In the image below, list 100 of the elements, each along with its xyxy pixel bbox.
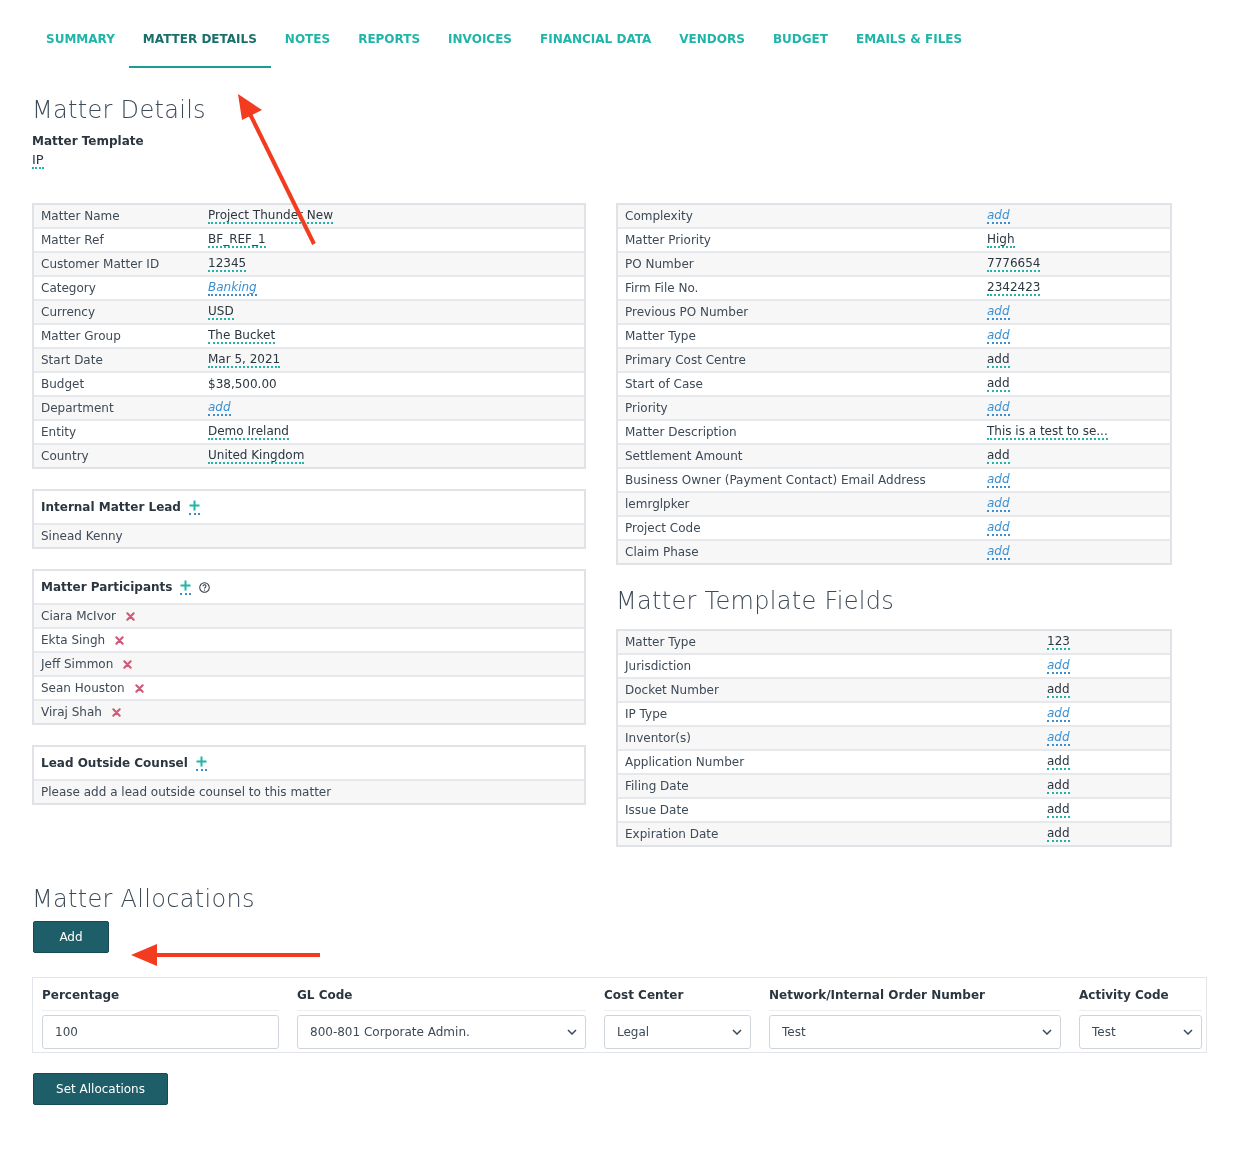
column-header: Cost Center [604,978,751,1011]
field-label: Matter Priority [625,233,712,247]
field-label: Claim Phase [625,545,700,559]
editable-value[interactable]: BF_REF_1 [208,232,266,248]
field-label: Issue Date [625,803,690,817]
remove-icon[interactable] [123,659,133,669]
remove-icon[interactable] [126,611,136,621]
set-allocations-button[interactable]: Set Allocations [33,1073,168,1105]
add-link[interactable]: add [1047,706,1070,722]
editable-value[interactable]: add [1047,802,1070,818]
editable-value[interactable]: High [987,232,1015,248]
editable-value[interactable]: USD [208,304,234,320]
add-link[interactable]: add [1047,658,1070,674]
field-label: Previous PO Number [625,305,750,319]
field-label: PO Number [625,257,695,271]
section-title: Matter Allocations [32,885,256,913]
remove-icon[interactable] [134,683,144,693]
add-link[interactable]: add [987,328,1010,344]
field-label: Start Date [41,353,104,367]
percentage-input[interactable]: 100 [42,1015,279,1049]
column-header: GL Code [297,978,586,1011]
help-icon[interactable] [199,581,211,593]
field-label: Project Code [625,521,702,535]
panel-title: Matter Participants [41,580,173,594]
chevron-icon [1042,1029,1052,1035]
person-name: Jeff Simmon [41,657,114,671]
editable-value[interactable]: add [1047,778,1070,794]
field-label: Firm File No. [625,281,700,295]
column-header: Network/Internal Order Number [769,978,1061,1011]
field-label: Customer Matter ID [41,257,161,271]
field-label: Expiration Date [625,827,720,841]
field-label: Currency [41,305,97,319]
chevron-icon [1183,1029,1193,1035]
field-label: IP Type [625,707,669,721]
add-icon[interactable] [180,579,192,595]
editable-value[interactable]: The Bucket [208,328,276,344]
editable-value[interactable]: add [987,448,1010,464]
dropdown-select[interactable]: Test [769,1015,1061,1049]
section-title: Matter Template Fields [616,587,896,615]
editable-value[interactable]: Demo Ireland [208,424,289,440]
add-icon[interactable] [188,499,200,515]
field-label: Complexity [625,209,694,223]
person-name: Please add a lead outside counsel to this matter [41,785,332,799]
dropdown-select[interactable]: 800-801 Corporate Admin. [297,1015,586,1049]
template-label: Matter Template [32,134,145,148]
field-label: Matter Name [41,209,121,223]
dropdown-select[interactable]: Legal [604,1015,751,1049]
editable-value[interactable]: Mar 5, 2021 [208,352,281,368]
add-icon[interactable] [195,755,207,771]
field-label: Inventor(s) [625,731,692,745]
editable-value[interactable]: add [1047,826,1070,842]
add-link[interactable]: Banking [208,280,257,296]
editable-value[interactable]: 2342423 [987,280,1041,296]
field-label: Department [41,401,115,415]
editable-value[interactable]: add [1047,754,1070,770]
field-label: Country [41,449,90,463]
field-label: Jurisdiction [625,659,693,673]
nav-tab[interactable]: MATTER DETAILS [128,22,271,68]
editable-value[interactable]: 7776654 [987,256,1041,272]
dropdown-select[interactable]: Test [1079,1015,1202,1049]
field-label: Matter Description [625,425,738,439]
field-label: Start of Case [625,377,704,391]
field-label: Matter Type [625,635,697,649]
remove-icon[interactable] [111,707,121,717]
add-button[interactable]: Add [33,921,109,953]
add-link[interactable]: add [987,472,1010,488]
field-label: Settlement Amount [625,449,744,463]
person-name: Sean Houston [41,681,125,695]
field-label: Matter Ref [41,233,105,247]
panel-title: Internal Matter Lead [41,500,181,514]
column-header: Activity Code [1079,978,1202,1011]
field-label: Category [41,281,97,295]
person-name: Ekta Singh [41,633,106,647]
editable-value[interactable]: United Kingdom [208,448,305,464]
person-name: Viraj Shah [41,705,102,719]
field-label: Business Owner (Payment Contact) Email Address [625,473,927,487]
field-label: Priority [625,401,669,415]
page-title: Matter Details [32,96,207,124]
editable-value[interactable]: add [987,352,1010,368]
editable-value[interactable]: This is a test to se... [987,424,1108,440]
add-link[interactable]: add [987,520,1010,536]
editable-value[interactable]: add [1047,682,1070,698]
chevron-icon [567,1029,577,1035]
remove-icon[interactable] [115,635,125,645]
editable-value[interactable]: 12345 [208,256,247,272]
panel-title: Lead Outside Counsel [41,756,188,770]
editable-value[interactable]: 123 [1047,634,1070,650]
field-label: Entity [41,425,78,439]
field-label: Docket Number [625,683,720,697]
template-value[interactable]: IP [32,152,44,169]
field-value: $38,500.00 [208,377,277,391]
person-name: Sinead Kenny [41,529,123,543]
field-label: Application Number [625,755,746,769]
field-label: Matter Type [625,329,697,343]
field-label: Matter Group [41,329,122,343]
field-label: Filing Date [625,779,690,793]
field-label: lemrglpker [625,497,691,511]
editable-value[interactable]: add [987,376,1010,392]
field-label: Primary Cost Centre [625,353,747,367]
field-label: Budget [41,377,86,391]
